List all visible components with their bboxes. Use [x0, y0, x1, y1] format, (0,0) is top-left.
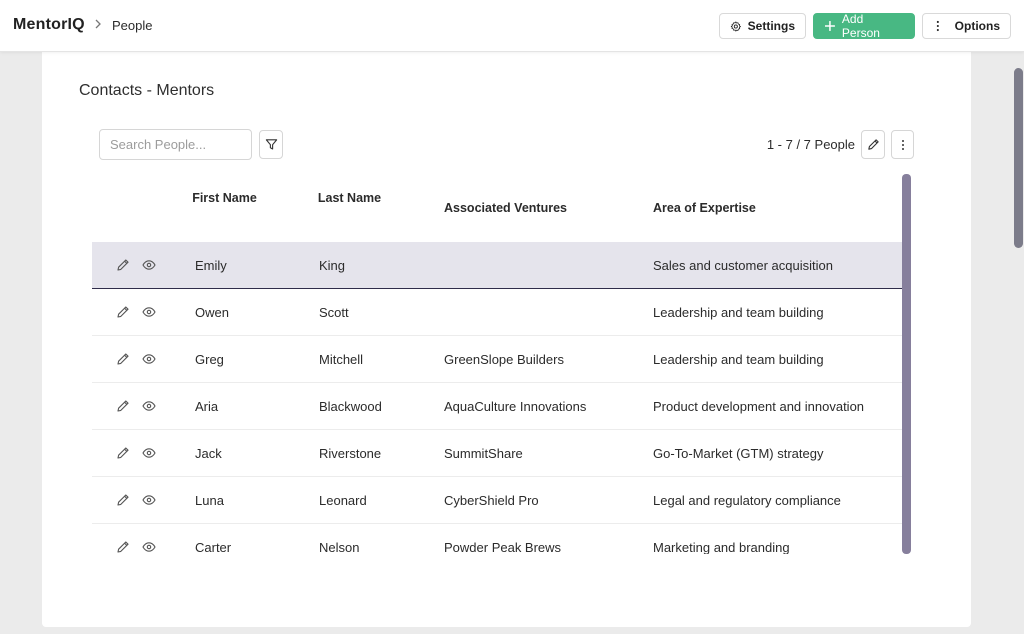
cell-first-name: Aria: [195, 399, 219, 414]
plus-icon: [824, 21, 835, 31]
pencil-icon[interactable]: [116, 446, 130, 460]
cell-first-name: Greg: [195, 352, 224, 367]
cell-associated-ventures: GreenSlope Builders: [444, 352, 564, 367]
cell-area-of-expertise: Product development and innovation: [653, 399, 865, 414]
vertical-dots-icon: [901, 139, 904, 150]
edit-view-button[interactable]: [861, 130, 885, 159]
table-row[interactable]: Greg Mitchell GreenSlope Builders Leader…: [92, 336, 902, 383]
cell-associated-ventures: Powder Peak Brews: [444, 540, 562, 554]
cell-associated-ventures: CyberShield Pro: [444, 493, 539, 508]
cell-first-name: Emily: [195, 258, 227, 273]
eye-icon[interactable]: [142, 447, 156, 459]
table-row[interactable]: Carter Nelson Powder Peak Brews Marketin…: [92, 524, 902, 554]
table-row[interactable]: Emily King Sales and customer acquisitio…: [92, 242, 902, 289]
cell-area-of-expertise: Sales and customer acquisition: [653, 258, 833, 273]
cell-area-of-expertise: Marketing and branding: [653, 540, 790, 554]
filter-button[interactable]: [259, 130, 283, 159]
contacts-card: Contacts - Mentors 1 - 7 / 7 People Firs…: [42, 52, 971, 627]
cell-first-name: Luna: [195, 493, 224, 508]
cell-last-name: Leonard: [319, 493, 367, 508]
pencil-icon[interactable]: [116, 399, 130, 413]
cell-last-name: Blackwood: [319, 399, 382, 414]
cell-last-name: Riverstone: [319, 446, 382, 461]
cell-area-of-expertise: Leadership and team building: [653, 305, 824, 320]
eye-icon[interactable]: [142, 400, 156, 412]
column-header-first-name[interactable]: First Name: [192, 188, 257, 208]
cell-associated-ventures: AquaCulture Innovations: [444, 399, 587, 414]
top-navigation-bar: MentorIQ People Settings Add Person Opti…: [0, 0, 1024, 52]
app-logo[interactable]: MentorIQ: [13, 16, 85, 34]
cell-area-of-expertise: Legal and regulatory compliance: [653, 493, 841, 508]
page-title: Contacts - Mentors: [79, 82, 215, 99]
cell-last-name: Nelson: [319, 540, 360, 554]
cell-first-name: Jack: [195, 446, 222, 461]
breadcrumb-people[interactable]: People: [112, 18, 152, 33]
pencil-icon[interactable]: [116, 493, 130, 507]
eye-icon[interactable]: [142, 306, 156, 318]
cell-first-name: Carter: [195, 540, 232, 554]
table-header: First Name Last Name Associated Ventures…: [92, 174, 902, 242]
people-table: First Name Last Name Associated Ventures…: [92, 174, 902, 554]
result-count: 1 - 7 / 7 People: [766, 137, 855, 152]
cell-last-name: Scott: [319, 305, 349, 320]
column-header-associated-ventures[interactable]: Associated Ventures: [444, 198, 567, 218]
options-button[interactable]: Options: [922, 13, 1011, 39]
column-header-area-of-expertise[interactable]: Area of Expertise: [653, 198, 756, 218]
more-actions-button[interactable]: [891, 130, 914, 159]
add-person-button[interactable]: Add Person: [813, 12, 915, 40]
cell-area-of-expertise: Go-To-Market (GTM) strategy: [653, 446, 824, 461]
pencil-icon[interactable]: [116, 305, 130, 319]
search-input[interactable]: [99, 129, 252, 160]
add-person-label: Add Person: [841, 12, 880, 40]
table-row[interactable]: Owen Scott Leadership and team building: [92, 289, 902, 336]
page-scrollbar[interactable]: [1014, 68, 1023, 248]
vertical-dots-icon: [936, 20, 939, 32]
table-row[interactable]: Aria Blackwood AquaCulture Innovations P…: [92, 383, 902, 430]
cell-last-name: Mitchell: [319, 352, 364, 367]
pencil-icon[interactable]: [116, 258, 130, 272]
pencil-icon[interactable]: [116, 540, 130, 554]
settings-label: Settings: [747, 19, 795, 33]
pencil-icon[interactable]: [116, 352, 130, 366]
eye-icon[interactable]: [142, 259, 156, 271]
cell-associated-ventures: SummitShare: [444, 446, 523, 461]
eye-icon[interactable]: [142, 353, 156, 365]
chevron-right-icon: [95, 19, 101, 29]
options-label: Options: [954, 19, 1000, 33]
table-row[interactable]: Jack Riverstone SummitShare Go-To-Market…: [92, 430, 902, 477]
settings-button[interactable]: Settings: [719, 13, 806, 39]
gear-icon: [730, 20, 741, 32]
table-row[interactable]: Luna Leonard CyberShield Pro Legal and r…: [92, 477, 902, 524]
cell-last-name: King: [319, 258, 346, 273]
cell-area-of-expertise: Leadership and team building: [653, 352, 824, 367]
eye-icon[interactable]: [142, 541, 156, 553]
table-scrollbar[interactable]: [902, 174, 911, 554]
pencil-icon: [867, 139, 879, 150]
column-header-last-name[interactable]: Last Name: [317, 188, 382, 208]
cell-first-name: Owen: [195, 305, 229, 320]
filter-icon: [265, 139, 277, 150]
eye-icon[interactable]: [142, 494, 156, 506]
